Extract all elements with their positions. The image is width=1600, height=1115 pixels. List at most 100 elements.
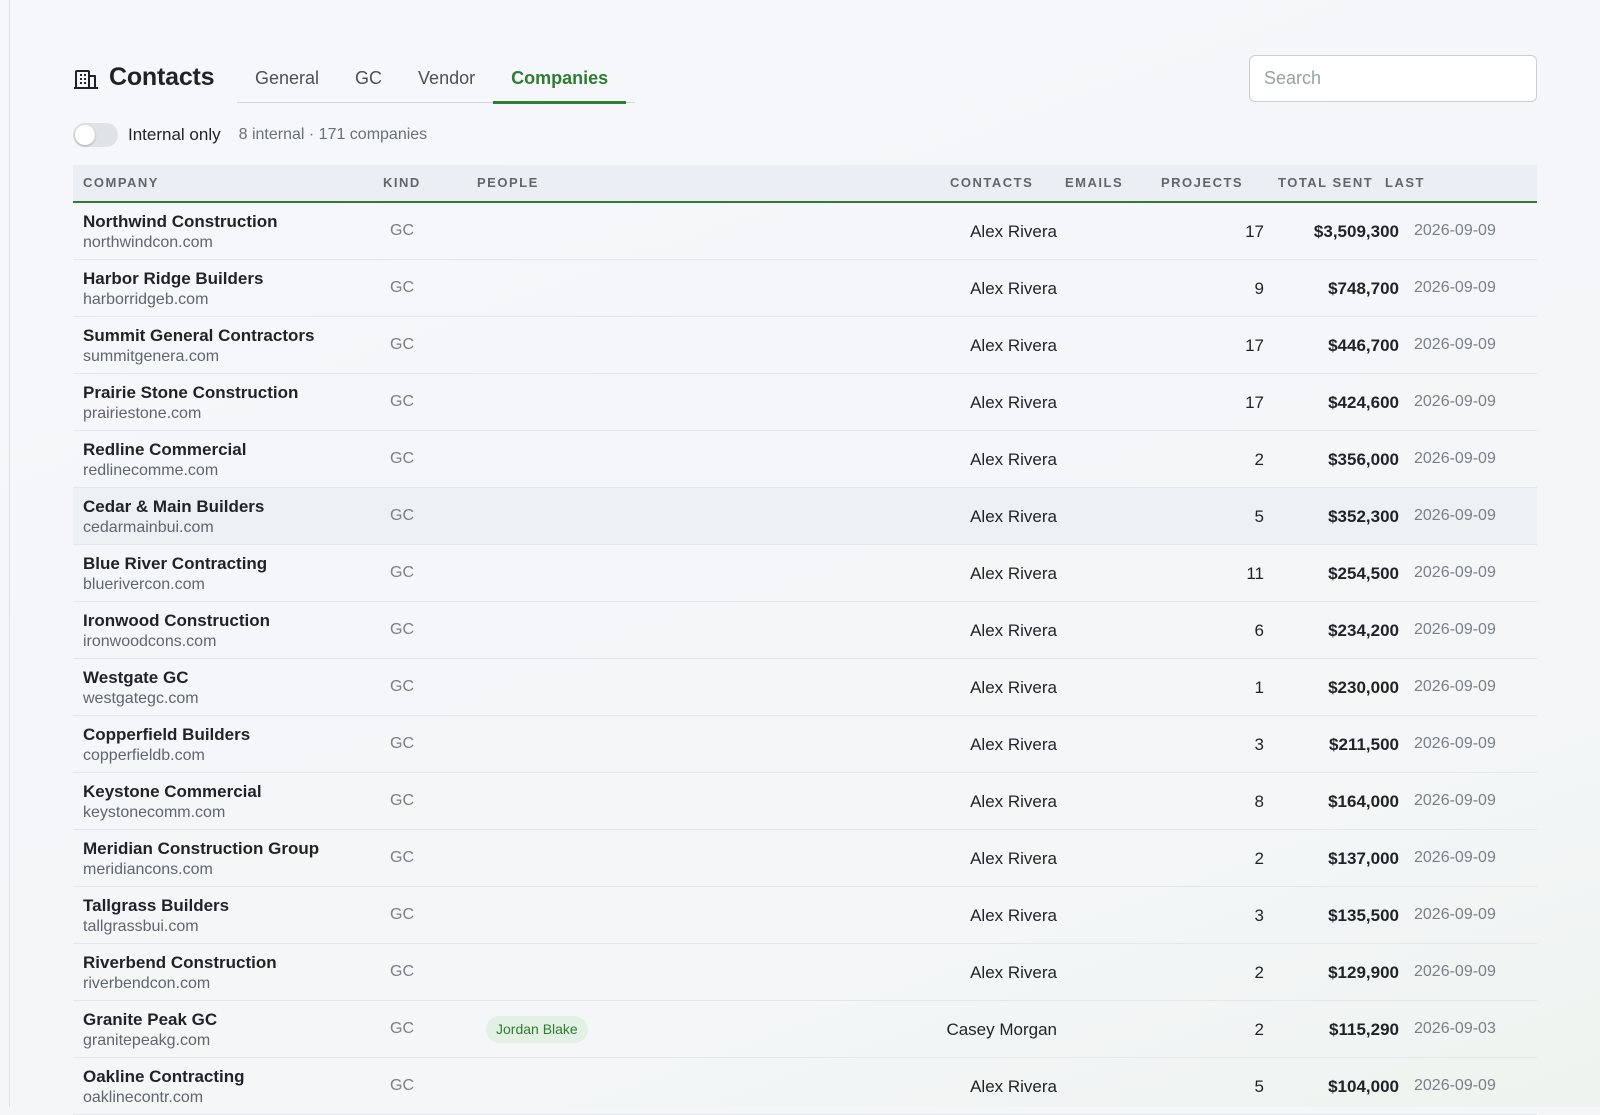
company-name[interactable]: Prairie Stone Construction xyxy=(83,383,298,403)
tab-general[interactable]: General xyxy=(237,53,337,103)
company-projects: 9 xyxy=(1254,279,1264,298)
table-row[interactable]: Meridian Construction Group meridiancons.… xyxy=(73,830,1537,887)
company-last-date: 2026-09-09 xyxy=(1414,507,1496,524)
company-total-sent: $137,000 xyxy=(1328,849,1399,868)
company-projects: 2 xyxy=(1254,1020,1264,1039)
company-domain: redlinecomme.com xyxy=(83,462,219,479)
person-pill[interactable]: Jordan Blake xyxy=(486,1016,588,1043)
company-projects: 3 xyxy=(1254,735,1264,754)
table-row[interactable]: Westgate GC westgategc.com GC Alex Rivera 1 $… xyxy=(73,659,1537,716)
company-name[interactable]: Meridian Construction Group xyxy=(83,839,319,859)
table-row[interactable]: Tallgrass Builders tallgrassbui.com GC Alex… xyxy=(73,887,1537,944)
company-contacts: Alex Rivera xyxy=(970,849,1057,868)
company-contacts: Casey Morgan xyxy=(946,1020,1057,1039)
company-kind: GC xyxy=(390,963,414,980)
table-row[interactable]: Northwind Construction northwindcon.com GC… xyxy=(73,203,1537,260)
company-name[interactable]: Westgate GC xyxy=(83,668,189,688)
company-last-date: 2026-09-09 xyxy=(1414,1077,1496,1094)
search-input[interactable] xyxy=(1249,55,1537,102)
table-row[interactable]: Riverbend Construction riverbendcon.com GC… xyxy=(73,944,1537,1001)
table-row[interactable]: Granite Peak GC granitepeakg.com GC Jordan … xyxy=(73,1001,1537,1058)
internal-only-label: Internal only xyxy=(128,125,221,144)
table-header: COMPANY KIND PEOPLE CONTACTS EMAILS PROJ… xyxy=(73,165,1537,203)
column-header-people[interactable]: PEOPLE xyxy=(477,165,539,201)
table-row[interactable]: Harbor Ridge Builders harborridgeb.com GC A… xyxy=(73,260,1537,317)
company-total-sent: $164,000 xyxy=(1328,792,1399,811)
company-total-sent: $748,700 xyxy=(1328,279,1399,298)
company-kind: GC xyxy=(390,906,414,923)
company-domain: keystonecomm.com xyxy=(83,804,226,821)
company-domain: tallgrassbui.com xyxy=(83,918,199,935)
internal-only-toggle[interactable] xyxy=(73,123,118,147)
company-projects: 17 xyxy=(1245,222,1264,241)
company-total-sent: $356,000 xyxy=(1328,450,1399,469)
company-contacts: Alex Rivera xyxy=(970,906,1057,925)
company-kind: GC xyxy=(390,450,414,467)
company-name[interactable]: Summit General Contractors xyxy=(83,326,314,346)
company-projects: 2 xyxy=(1254,963,1264,982)
company-last-date: 2026-09-09 xyxy=(1414,564,1496,581)
company-domain: riverbendcon.com xyxy=(83,975,211,992)
company-domain: granitepeakg.com xyxy=(83,1032,211,1049)
company-name[interactable]: Harbor Ridge Builders xyxy=(83,269,263,289)
company-name[interactable]: Cedar & Main Builders xyxy=(83,497,264,517)
company-contacts: Alex Rivera xyxy=(970,621,1057,640)
company-contacts: Alex Rivera xyxy=(970,279,1057,298)
tab-gc[interactable]: GC xyxy=(337,53,400,103)
company-projects: 5 xyxy=(1254,507,1264,526)
table-row[interactable]: Oakline Contracting oaklinecontr.com GC Ale… xyxy=(73,1058,1537,1115)
page: Contacts General GC Vendor Companies Int… xyxy=(0,0,1600,1115)
table-row[interactable]: Copperfield Builders copperfieldb.com GC Al… xyxy=(73,716,1537,773)
company-name[interactable]: Northwind Construction xyxy=(83,212,278,232)
table-row[interactable]: Prairie Stone Construction prairiestone.c… xyxy=(73,374,1537,431)
column-header-kind[interactable]: KIND xyxy=(383,165,421,201)
column-header-emails[interactable]: EMAILS xyxy=(1065,165,1123,201)
company-domain: ironwoodcons.com xyxy=(83,633,217,650)
company-name[interactable]: Copperfield Builders xyxy=(83,725,250,745)
table-row[interactable]: Cedar & Main Builders cedarmainbui.com GC A… xyxy=(73,488,1537,545)
page-title-group: Contacts xyxy=(73,63,215,92)
company-name[interactable]: Ironwood Construction xyxy=(83,611,270,631)
company-last-date: 2026-09-09 xyxy=(1414,222,1496,239)
table-row[interactable]: Summit General Contractors summitgenera.c… xyxy=(73,317,1537,374)
table-row[interactable]: Redline Commercial redlinecomme.com GC Alex… xyxy=(73,431,1537,488)
company-projects: 3 xyxy=(1254,906,1264,925)
company-contacts: Alex Rivera xyxy=(970,963,1057,982)
company-total-sent: $234,200 xyxy=(1328,621,1399,640)
table-row[interactable]: Blue River Contracting bluerivercon.com GC… xyxy=(73,545,1537,602)
company-name[interactable]: Keystone Commercial xyxy=(83,782,262,802)
company-total-sent: $446,700 xyxy=(1328,336,1399,355)
company-name[interactable]: Riverbend Construction xyxy=(83,953,277,973)
tab-bar: General GC Vendor Companies xyxy=(237,53,635,104)
company-total-sent: $254,500 xyxy=(1328,564,1399,583)
company-last-date: 2026-09-09 xyxy=(1414,450,1496,467)
company-last-date: 2026-09-09 xyxy=(1414,963,1496,980)
company-name[interactable]: Granite Peak GC xyxy=(83,1010,217,1030)
company-name[interactable]: Redline Commercial xyxy=(83,440,246,460)
column-header-contacts[interactable]: CONTACTS xyxy=(950,165,1033,201)
company-domain: prairiestone.com xyxy=(83,405,202,422)
company-name[interactable]: Blue River Contracting xyxy=(83,554,267,574)
company-total-sent: $115,290 xyxy=(1329,1020,1399,1039)
filter-bar: Internal only 8 internal · 171 companies xyxy=(73,122,427,148)
company-last-date: 2026-09-09 xyxy=(1414,735,1496,752)
company-last-date: 2026-09-09 xyxy=(1414,792,1496,809)
company-name[interactable]: Tallgrass Builders xyxy=(83,896,229,916)
table-row[interactable]: Ironwood Construction ironwoodcons.com GC A… xyxy=(73,602,1537,659)
company-projects: 5 xyxy=(1254,1077,1264,1096)
company-domain: westgategc.com xyxy=(83,690,199,707)
tab-vendor[interactable]: Vendor xyxy=(400,53,493,103)
company-total-sent: $352,300 xyxy=(1328,507,1399,526)
company-name[interactable]: Oakline Contracting xyxy=(83,1067,245,1087)
column-header-projects[interactable]: PROJECTS xyxy=(1161,165,1243,201)
column-header-company[interactable]: COMPANY xyxy=(83,165,159,201)
company-total-sent: $424,600 xyxy=(1328,393,1399,412)
table-row[interactable]: Keystone Commercial keystonecomm.com GC Ale… xyxy=(73,773,1537,830)
column-header-total-sent[interactable]: TOTAL SENT xyxy=(1278,165,1373,201)
company-projects: 8 xyxy=(1254,792,1264,811)
company-last-date: 2026-09-03 xyxy=(1414,1020,1496,1037)
tab-companies[interactable]: Companies xyxy=(493,53,627,104)
company-count-summary: 8 internal · 171 companies xyxy=(238,126,428,143)
people-cell: Jordan Blake xyxy=(486,1016,588,1043)
column-header-last[interactable]: LAST xyxy=(1385,165,1425,201)
